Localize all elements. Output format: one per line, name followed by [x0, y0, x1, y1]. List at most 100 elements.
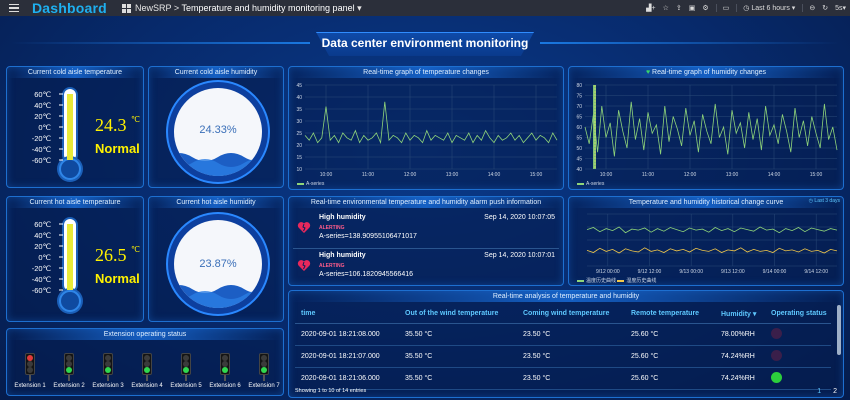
chart-plot: 9/12 00:00 9/12 12:00 9/13 00:00 9/13 12:00…	[586, 213, 838, 275]
breadcrumb-root[interactable]: NewSRP	[135, 3, 171, 13]
broken-heart-icon	[297, 260, 311, 271]
extension-label: Extension 4	[131, 383, 163, 389]
chart-legend[interactable]: A-series	[297, 181, 324, 187]
traffic-light-icon	[220, 353, 230, 375]
add-panel-icon[interactable]: ▟+	[646, 4, 655, 12]
traffic-light-icon	[103, 353, 113, 375]
table-row: 2020-09-01 18:21:07.000 35.50 °C 23.50 °C 2…	[295, 345, 831, 368]
temperature-graph-panel: Real-time graph of temperature changes 4…	[288, 66, 564, 190]
legend-label: 湿度历史曲线	[626, 278, 657, 284]
interval-icon[interactable]: 5s▾	[835, 4, 846, 12]
status-text: Normal	[95, 141, 140, 156]
column-header: Remote temperature	[625, 305, 715, 324]
panel-title: Current cold aisle humidity	[149, 67, 283, 78]
tv-icon[interactable]: ▭	[715, 4, 729, 12]
status-cell	[765, 323, 831, 346]
share-icon[interactable]: ⇪	[676, 4, 682, 12]
y-tick-label: 75	[576, 94, 582, 100]
alarm-time: Sep 14, 2020 10:07:05	[484, 214, 555, 221]
panel-title-text: Real-time graph of humidity changes	[652, 69, 767, 76]
extension-light: Extension 4	[130, 353, 164, 389]
scale-label: -40℃	[31, 145, 51, 154]
table-footer: Showing 1 to 10 of 14 entries	[295, 388, 367, 394]
refresh-icon[interactable]: ↻	[822, 4, 828, 12]
x-tick-label: 14:00	[768, 172, 781, 178]
history-panel: Temperature and humidity historical chan…	[568, 196, 844, 286]
y-tick-label: 20	[296, 143, 302, 149]
x-tick-label: 9/12 12:00	[638, 269, 662, 275]
scale-label: 60℃	[34, 90, 51, 99]
alarm-name: High humidity	[319, 214, 366, 221]
alarm-value: A-series=138.90955106471017	[319, 233, 417, 240]
time-range-badge[interactable]: ◷ Last 3 days	[809, 198, 840, 204]
menu-icon[interactable]	[6, 0, 22, 16]
column-header: Out of the wind temperature	[399, 305, 517, 324]
settings-icon[interactable]: ⚙	[702, 4, 708, 12]
temperature-value: 26.5 ℃	[95, 245, 140, 266]
column-header: Coming wind temperature	[517, 305, 625, 324]
breadcrumb[interactable]: NewSRP > Temperature and humidity monito…	[135, 3, 362, 14]
breadcrumb-sep: >	[173, 2, 180, 13]
zoom-out-icon[interactable]: ⊖	[802, 4, 815, 12]
scale-label: 60℃	[34, 220, 51, 229]
humidity-chart: 80 75 70 65 60 55 50 45 40 10:00 11:00 12:00 13:00 14…	[576, 83, 838, 178]
time-range-label: Last 6 hours	[751, 5, 790, 12]
dashboard-grid-icon	[122, 3, 131, 13]
table-cell: 23.50 °C	[517, 367, 625, 390]
column-header[interactable]: Humidity ▾	[715, 305, 765, 324]
panel-title: Real-time analysis of temperature and hu…	[289, 291, 843, 302]
panel-title: ♥ Real-time graph of humidity changes	[569, 67, 843, 78]
caret-down-icon[interactable]: ▾	[357, 3, 362, 13]
panel-title: Current cold aisle temperature	[7, 67, 143, 78]
analysis-table: time Out of the wind temperature Coming wi…	[295, 305, 831, 390]
chart-legend[interactable]: A-series	[577, 181, 604, 187]
traffic-light-icon	[142, 353, 152, 375]
panel-title: Real-time environmental temperature and …	[289, 197, 563, 208]
chart-legend[interactable]: 温度历史曲线 湿度历史曲线	[577, 277, 656, 284]
hot-temp-panel: Current hot aisle temperature 60℃ 40℃ 20…	[6, 196, 144, 322]
page-2-button[interactable]: 2	[833, 388, 837, 395]
alarm-value: A-series=106.1820945566416	[319, 271, 413, 278]
mercury-fill	[67, 94, 73, 160]
table-cell: 2020-09-01 18:21:08.000	[295, 323, 399, 346]
table-cell: 35.50 °C	[399, 323, 517, 346]
alarm-item[interactable]: High humidity ALERTING A-series=138.909551…	[293, 211, 559, 249]
extension-light: Extension 7	[247, 353, 281, 389]
breadcrumb-page[interactable]: Temperature and humidity monitoring pane…	[181, 3, 354, 13]
y-tick-label: 35	[296, 107, 302, 113]
x-tick-label: 9/14 12:00	[804, 269, 828, 275]
chart-plot: 45 40 35 30 25 20 15 10 10:00 11:00 12:00 13:00 14:0…	[296, 83, 558, 178]
traffic-light-icon	[181, 353, 191, 375]
status-dot	[771, 371, 782, 383]
star-icon[interactable]: ☆	[663, 4, 669, 12]
x-tick-label: 12:00	[404, 172, 417, 178]
top-navbar: Dashboard NewSRP > Temperature and humid…	[0, 0, 850, 16]
y-tick-label: 25	[296, 131, 302, 137]
time-picker[interactable]: ◷ Last 6 hours ▾	[736, 4, 795, 12]
y-tick-label: 70	[576, 104, 582, 110]
history-chart: 9/12 00:00 9/12 12:00 9/13 00:00 9/13 12:00…	[586, 213, 838, 275]
table-scrollbar[interactable]	[837, 305, 841, 355]
x-tick-label: 10:00	[600, 172, 613, 178]
extension-label: Extension 5	[170, 383, 202, 389]
save-icon[interactable]: ▣	[689, 4, 696, 12]
y-tick-label: 80	[576, 83, 582, 89]
scale-label: 40℃	[34, 101, 51, 110]
page-1-button[interactable]: 1	[817, 388, 821, 395]
scale-label: 40℃	[34, 231, 51, 240]
scale-label: 0℃	[38, 123, 51, 132]
table-row: 2020-09-01 18:21:08.000 35.50 °C 23.50 °C 2…	[295, 323, 831, 346]
scale-label: 20℃	[34, 242, 51, 251]
cold-humidity-panel: Current cold aisle humidity 24.33%	[148, 66, 284, 188]
x-tick-label: 12:00	[684, 172, 697, 178]
x-tick-label: 9/13 00:00	[679, 269, 703, 275]
traffic-light-icon	[64, 353, 74, 375]
alarm-name: High humidity	[319, 252, 366, 259]
table-row: 2020-09-01 18:21:06.000 35.50 °C 23.50 °C 2…	[295, 367, 831, 390]
legend-label: 温度历史曲线	[586, 278, 617, 284]
panel-title: Extension operating status	[7, 329, 283, 340]
alarm-item[interactable]: High humidity ALERTING A-series=106.182094…	[293, 249, 559, 285]
temperature-scale: 60℃ 40℃ 20℃ 0℃ -20℃ -40℃ -60℃	[11, 89, 51, 166]
x-tick-label: 14:00	[488, 172, 501, 178]
humidity-value: 23.87%	[199, 258, 237, 270]
